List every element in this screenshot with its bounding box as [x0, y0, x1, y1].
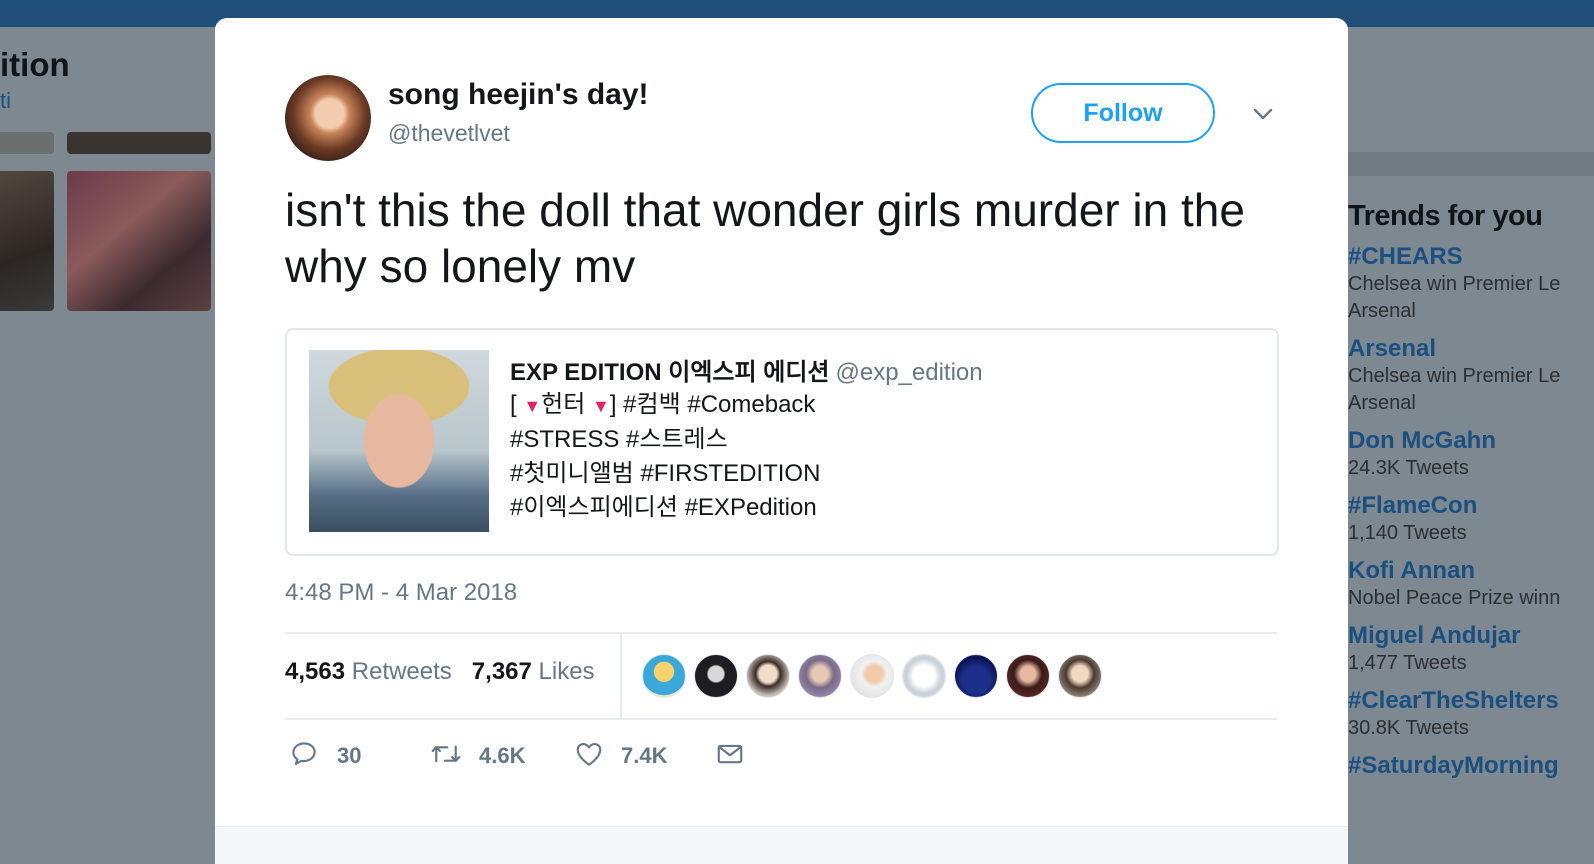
retweets-count: 4,563: [285, 658, 346, 685]
quoted-line: [ ▼헌터 ▼] #컴백 #Comeback: [510, 388, 820, 423]
chevron-down-icon[interactable]: [1251, 102, 1275, 126]
trend-name[interactable]: #ClearTheShelters: [1348, 687, 1594, 715]
retweet-icon: [431, 745, 461, 763]
trend-item[interactable]: Don McGahn 24.3K Tweets: [1348, 427, 1594, 482]
direct-message-button[interactable]: [715, 734, 751, 778]
retweet-count: 4.6K: [479, 743, 526, 768]
sidebar-divider: [1348, 152, 1594, 176]
trend-item[interactable]: #SaturdayMorning: [1348, 752, 1594, 780]
reply-button[interactable]: 30: [289, 734, 379, 778]
red-triangle-icon: ▼: [523, 396, 542, 416]
media-thumbnail[interactable]: [0, 132, 54, 154]
tweet-modal: song heejin's day! @thevetlvet Follow is…: [215, 18, 1348, 864]
trend-item[interactable]: #CHEARS Chelsea win Premier Le Arsenal: [1348, 243, 1594, 325]
stats-counts: 4,563 Retweets 7,367 Likes: [285, 658, 595, 686]
trend-context: Arsenal: [1348, 300, 1416, 322]
quoted-line: #STRESS #스트레스: [510, 426, 728, 453]
tweet-stats: 4,563 Retweets 7,367 Likes: [285, 632, 1277, 720]
likes-stat[interactable]: 7,367 Likes: [472, 658, 595, 685]
envelope-icon: [717, 744, 743, 764]
liker-avatar[interactable]: [902, 654, 946, 698]
trends-panel: Trends for you #CHEARS Chelsea win Premi…: [1348, 200, 1594, 780]
trend-name[interactable]: #SaturdayMorning: [1348, 752, 1594, 780]
liker-avatar[interactable]: [798, 654, 842, 698]
reply-icon: [292, 742, 316, 766]
quoted-tweet-image[interactable]: [309, 350, 489, 532]
media-thumbnail[interactable]: [67, 132, 211, 154]
likes-count: 7,367: [471, 658, 532, 685]
trend-item[interactable]: #ClearTheShelters 30.8K Tweets: [1348, 687, 1594, 742]
trend-name[interactable]: #CHEARS: [1348, 243, 1594, 271]
liker-avatar[interactable]: [1006, 654, 1050, 698]
heart-icon: [576, 742, 602, 766]
liker-avatar[interactable]: [954, 654, 998, 698]
trends-title: Trends for you: [1348, 200, 1543, 232]
profile-link-partial[interactable]: ti: [0, 88, 11, 114]
profile-title-partial: ition: [0, 46, 70, 83]
trend-name[interactable]: Miguel Andujar: [1348, 622, 1594, 650]
trend-name[interactable]: Don McGahn: [1348, 427, 1594, 455]
media-thumbnail[interactable]: [0, 171, 54, 311]
retweets-stat[interactable]: 4,563 Retweets: [285, 658, 452, 685]
tweet-timestamp[interactable]: 4:48 PM - 4 Mar 2018: [285, 579, 517, 607]
bracket-text: [: [510, 391, 517, 418]
trend-item[interactable]: Miguel Andujar 1,477 Tweets: [1348, 622, 1594, 677]
quoted-tweet-header: EXP EDITION 이엑스피 에디션 @exp_edition: [510, 352, 983, 387]
liker-avatar[interactable]: [694, 654, 738, 698]
quoted-line: #이엑스피에디션 #EXPedition: [510, 494, 817, 521]
reply-count: 30: [337, 743, 362, 768]
trend-context: 24.3K Tweets: [1348, 457, 1469, 479]
trend-name[interactable]: #FlameCon: [1348, 492, 1594, 520]
like-count: 7.4K: [621, 743, 668, 768]
quoted-line: #첫미니앨범 #FIRSTEDITION: [510, 460, 821, 487]
quoted-word: 헌터: [541, 391, 586, 418]
quoted-display-name: EXP EDITION 이엑스피 에디션: [510, 359, 830, 386]
trend-context: Chelsea win Premier Le: [1348, 365, 1561, 387]
trend-context: 1,140 Tweets: [1348, 522, 1467, 544]
tweet-actions: 30 4.6K 7.4K: [285, 734, 885, 778]
retweet-button[interactable]: 4.6K: [429, 734, 539, 778]
media-thumbnail[interactable]: [67, 171, 211, 311]
trend-name[interactable]: Arsenal: [1348, 335, 1594, 363]
likes-label: Likes: [538, 658, 595, 685]
quoted-hashtags: ] #컴백 #Comeback: [609, 391, 816, 418]
retweets-label: Retweets: [351, 658, 452, 685]
user-handle[interactable]: @thevetlvet: [388, 120, 510, 147]
modal-footer: [215, 826, 1348, 864]
tweet-text: isn't this the doll that wonder girls mu…: [285, 184, 1245, 292]
avatar[interactable]: [285, 75, 371, 161]
trend-context: Chelsea win Premier Le: [1348, 273, 1561, 295]
liker-avatar[interactable]: [746, 654, 790, 698]
liker-avatar[interactable]: [642, 654, 686, 698]
stats-divider: [620, 634, 622, 718]
trend-item[interactable]: Arsenal Chelsea win Premier Le Arsenal: [1348, 335, 1594, 417]
trend-item[interactable]: #FlameCon 1,140 Tweets: [1348, 492, 1594, 547]
trend-context: Nobel Peace Prize winn: [1348, 587, 1561, 609]
trend-item[interactable]: Kofi Annan Nobel Peace Prize winn: [1348, 557, 1594, 612]
display-name[interactable]: song heejin's day!: [388, 78, 649, 112]
liker-avatar[interactable]: [850, 654, 894, 698]
trend-name[interactable]: Kofi Annan: [1348, 557, 1594, 585]
quoted-tweet-text: [ ▼헌터 ▼] #컴백 #Comeback #STRESS #스트레스 #첫미…: [510, 388, 820, 525]
like-button[interactable]: 7.4K: [573, 734, 683, 778]
liker-avatar[interactable]: [1058, 654, 1102, 698]
trend-context: Arsenal: [1348, 392, 1416, 414]
trend-context: 30.8K Tweets: [1348, 717, 1469, 739]
quoted-tweet-card[interactable]: EXP EDITION 이엑스피 에디션 @exp_edition [ ▼헌터 ▼…: [285, 328, 1279, 556]
trend-context: 1,477 Tweets: [1348, 652, 1467, 674]
red-triangle-icon: ▼: [592, 396, 610, 416]
follow-button[interactable]: Follow: [1031, 83, 1215, 143]
quoted-handle: @exp_edition: [835, 359, 983, 386]
